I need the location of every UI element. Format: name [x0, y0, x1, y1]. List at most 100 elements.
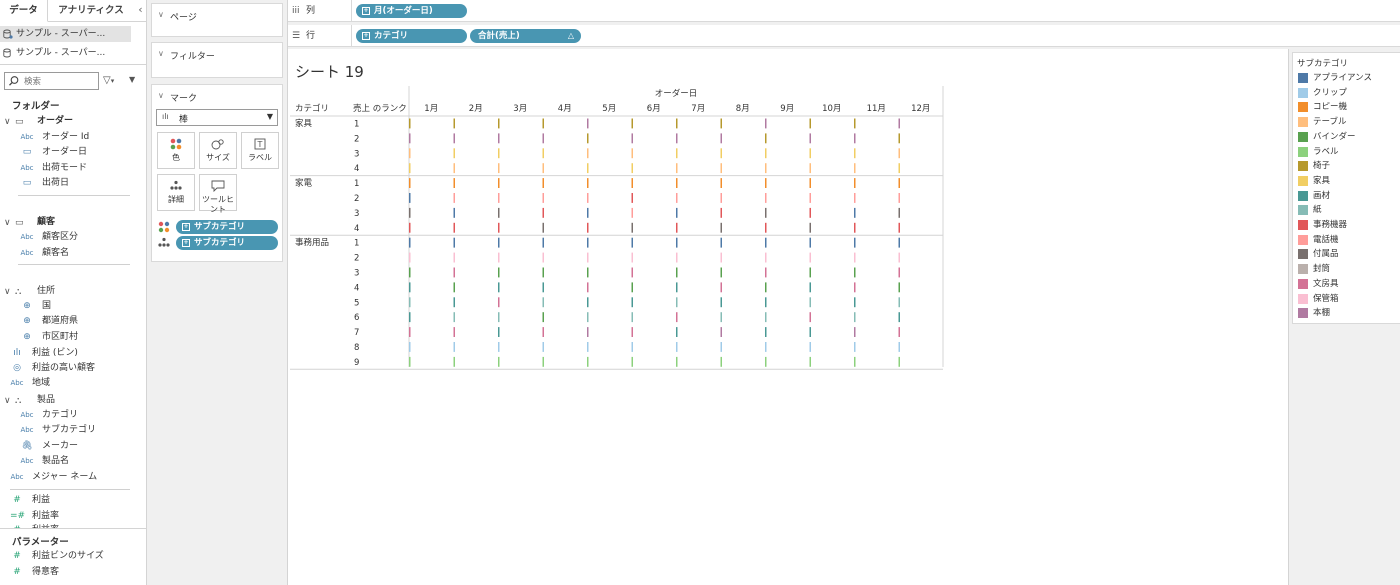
bar-mark [898, 178, 900, 188]
column-header-label: 5月 [602, 104, 616, 114]
legend-swatch [1298, 146, 1308, 157]
legend-label: 封筒 [1313, 264, 1331, 275]
chart-table[interactable]: オーダー日カテゴリ 売上 のランク 1月 2月 3月 4月 5月 6月 7月 8月 9月 10月 11月… [288, 49, 1288, 585]
rows-shelf[interactable]: ☰ 行 + カテゴリ 合計(売上) △ [288, 25, 1400, 47]
bar-mark [587, 312, 589, 323]
legend-label: 椅子 [1313, 161, 1331, 172]
bar-mark [409, 267, 411, 278]
rank-label: 9 [354, 358, 359, 368]
filters-card[interactable]: ∨ フィルター [151, 42, 283, 78]
field-label: 得意客 [32, 567, 60, 577]
bar-mark [453, 193, 455, 203]
bar-mark [587, 267, 589, 278]
search-box[interactable] [4, 72, 99, 90]
mark-type-select[interactable]: ılı 棒 ▼ [156, 109, 278, 126]
bar-mark [542, 252, 544, 263]
bar-mark [676, 193, 678, 203]
expand-icon: + [362, 7, 370, 15]
pages-card[interactable]: ∨ ページ [151, 3, 283, 37]
search-input[interactable] [24, 75, 96, 88]
bar-mark [809, 327, 811, 337]
bar-mark [854, 237, 856, 248]
bar-mark [854, 267, 856, 278]
legend-label: 家具 [1313, 175, 1331, 186]
folder-name[interactable]: 住所 [37, 284, 55, 299]
hierarchy-icon: ⛬ [15, 396, 22, 406]
worksheet-view: シート 19 オーダー日 カテゴリ 売上 のランク 1月 2月 3月 4月 5月 6月 7月 8月 9… [288, 49, 1288, 585]
color-icon [170, 138, 182, 150]
text-type-icon: Abc [20, 164, 34, 172]
bar-mark [720, 222, 722, 233]
bar-mark [498, 252, 500, 263]
chevron-down-icon[interactable]: ∨ [4, 287, 11, 297]
bar-mark [498, 267, 500, 278]
bar-mark [542, 327, 544, 337]
bar-mark [898, 282, 900, 293]
bar-mark [854, 193, 856, 203]
legend-swatch [1298, 175, 1308, 186]
color-legend[interactable]: サブカテゴリ アプライアンス クリップ コピー機 テーブル バインダー ラベル 椅子 家具 画材… [1292, 52, 1400, 324]
rank-label: 1 [354, 120, 359, 130]
bar-mark [631, 297, 633, 308]
data-source-item[interactable]: サンプル - スーパー... [0, 45, 131, 61]
dropdown-menu-icon[interactable]: ▼ [129, 75, 141, 88]
text-type-icon: Abc [10, 379, 24, 387]
folder-name[interactable]: 顧客 [37, 215, 55, 230]
bar-mark [498, 193, 500, 203]
bar-mark [765, 297, 767, 308]
detail-button-label: 詳細 [168, 195, 184, 204]
bar-mark [631, 342, 633, 352]
bar-mark [765, 282, 767, 293]
rank-label: 2 [354, 134, 359, 144]
marks-pill-detail[interactable]: + サブカテゴリ [176, 236, 278, 250]
field-label: 製品名 [42, 456, 70, 466]
legend-swatch [1298, 102, 1308, 113]
label-button[interactable]: T ラベル [241, 132, 279, 169]
bar-mark [676, 327, 678, 337]
bar-mark [409, 237, 411, 248]
bar-mark [809, 118, 811, 129]
calendar-icon: ▭ [22, 178, 32, 188]
rank-label: 1 [354, 239, 359, 249]
data-source-item[interactable]: サンプル - スーパー... [0, 26, 131, 42]
bar-mark [809, 282, 811, 293]
detail-button[interactable]: 詳細 [157, 174, 195, 211]
database-icon [3, 48, 11, 58]
columns-pill-month[interactable]: + 月(オーダー日) [356, 4, 467, 18]
tab-analytics[interactable]: アナリティクス [48, 0, 134, 22]
chevron-down-icon[interactable]: ∨ [4, 396, 11, 406]
tab-data[interactable]: データ [0, 0, 48, 22]
bar-mark [453, 148, 455, 159]
collapse-pane-icon[interactable]: ‹ [134, 0, 147, 22]
legend-swatch [1298, 131, 1308, 142]
bar-chart-icon: ılı [162, 112, 169, 121]
bar-mark [898, 133, 900, 144]
bar-mark [631, 133, 633, 144]
folder-name[interactable]: オーダー [37, 114, 73, 129]
legend-swatch [1298, 249, 1308, 260]
column-header-label: 3月 [513, 104, 527, 114]
color-button[interactable]: 色 [157, 132, 195, 169]
columns-shelf[interactable]: iii 列 + 月(オーダー日) [288, 0, 1400, 22]
legend-swatch [1298, 73, 1308, 83]
bar-mark [720, 133, 722, 144]
columns-icon: iii [292, 6, 300, 16]
rows-pill-sales-sum[interactable]: 合計(売上) △ [470, 29, 581, 43]
tooltip-button[interactable]: ツールヒント [199, 174, 237, 214]
field-label: 国 [42, 301, 52, 311]
rows-pill-category[interactable]: + カテゴリ [356, 29, 467, 43]
bar-mark [542, 282, 544, 293]
color-icon [158, 221, 170, 233]
folder-name[interactable]: 製品 [37, 393, 55, 408]
chevron-down-icon[interactable]: ∨ [4, 117, 11, 127]
rank-label: 3 [354, 269, 359, 279]
bar-mark [765, 118, 767, 129]
bar-mark [898, 193, 900, 203]
field-label: 市区町村 [42, 332, 79, 342]
size-button[interactable]: サイズ [199, 132, 237, 169]
folder-icon: ▭ [15, 117, 24, 127]
filter-icon[interactable]: ▽▾ [103, 75, 121, 88]
chevron-down-icon[interactable]: ∨ [4, 218, 11, 228]
marks-pill-color[interactable]: + サブカテゴリ [176, 220, 278, 234]
globe-icon: ⊕ [23, 332, 31, 342]
